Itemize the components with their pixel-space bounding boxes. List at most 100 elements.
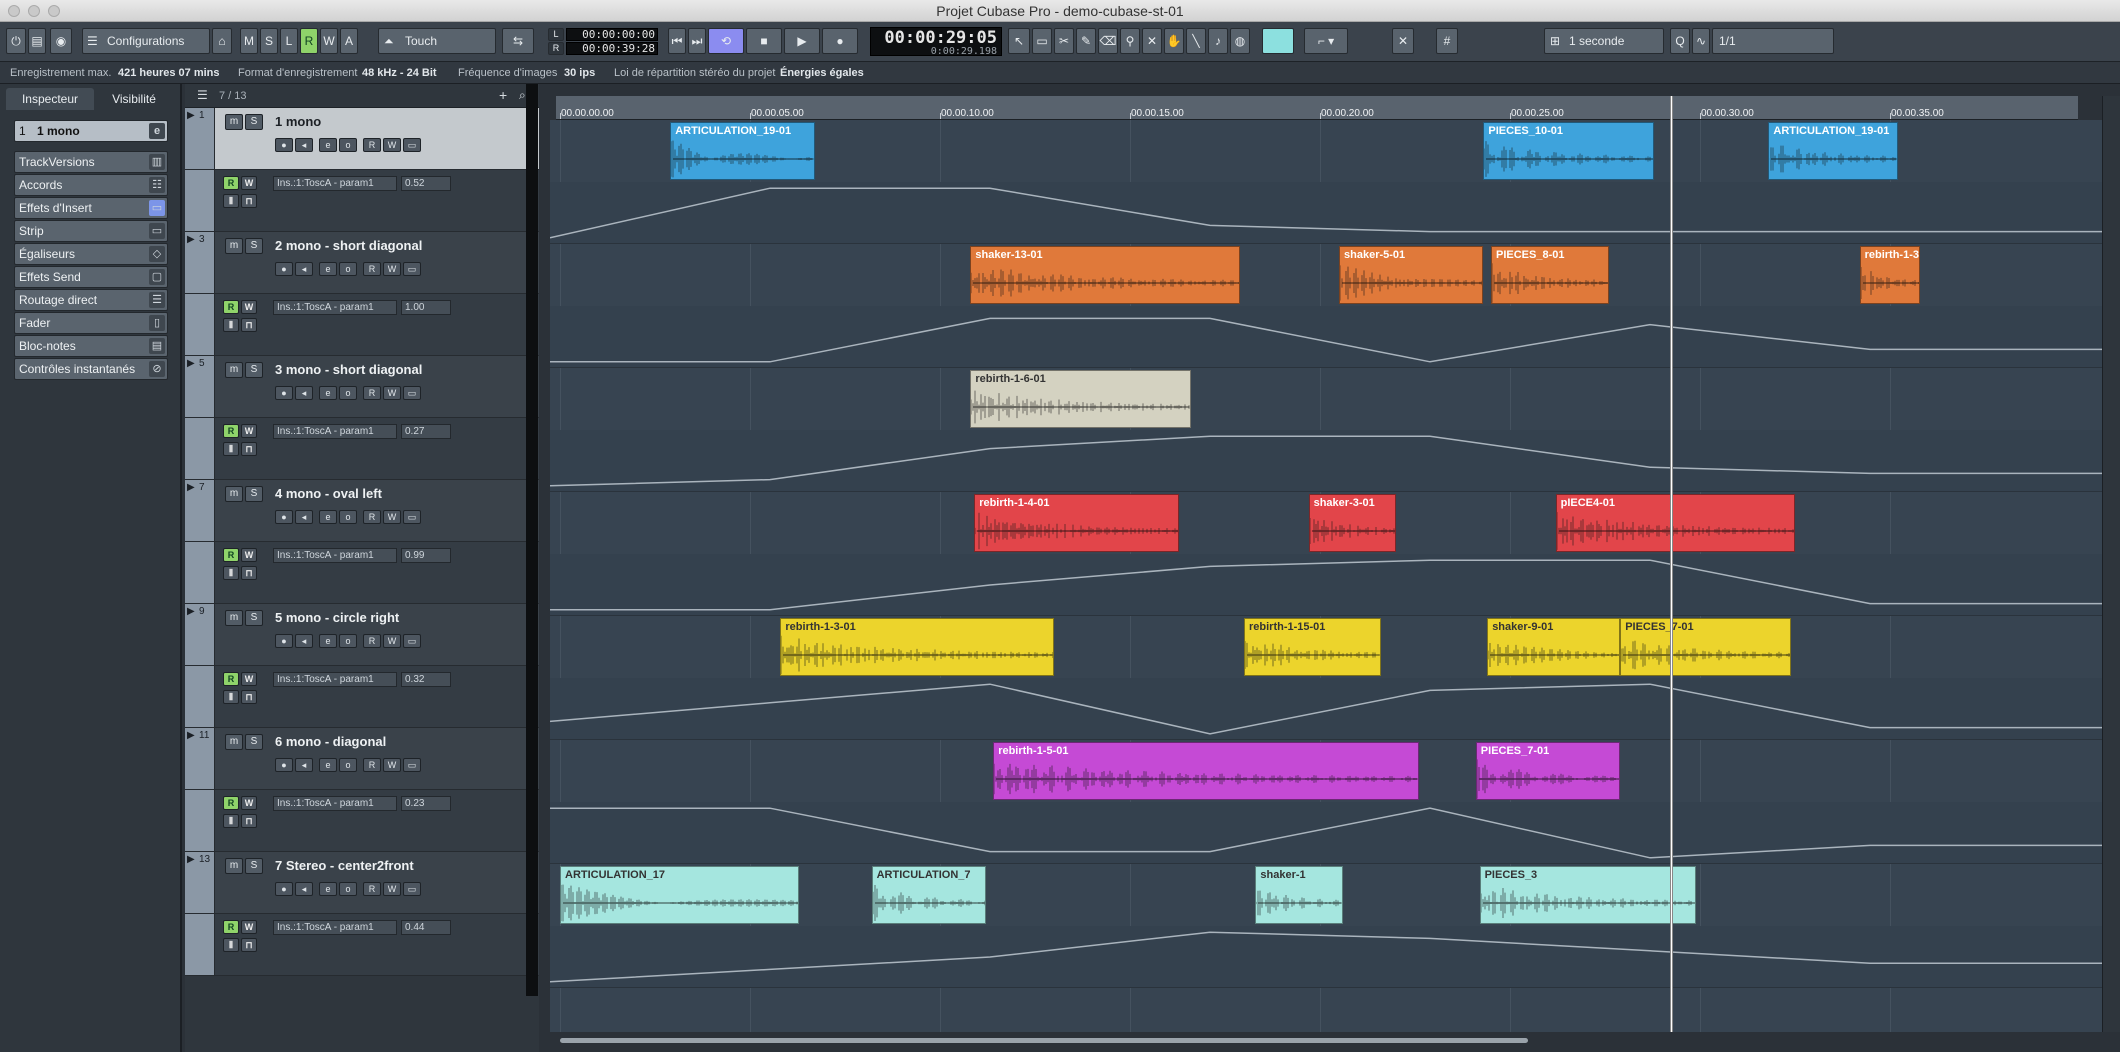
read-automation-button[interactable]: R xyxy=(363,882,381,896)
write-button[interactable]: W xyxy=(241,920,257,934)
erase-icon[interactable]: ⌫ xyxy=(1098,28,1118,54)
lock-icon[interactable]: ⊓ xyxy=(241,938,257,952)
solo-button[interactable]: S xyxy=(245,114,263,130)
automation-lane-header[interactable]: R W ⦀ ⊓ Ins.:1:ToscA - param1 0.99 xyxy=(185,542,539,604)
mute-button[interactable]: m xyxy=(225,114,243,130)
monitor-icon[interactable]: ◂ xyxy=(295,634,313,648)
track-name[interactable]: 2 mono - short diagonal xyxy=(275,238,422,253)
configurations-dropdown[interactable]: ☰ Configurations xyxy=(82,28,210,54)
edit-icon[interactable]: e xyxy=(319,882,337,896)
edit-icon[interactable]: e xyxy=(319,758,337,772)
rec-max-value[interactable]: 421 heures 07 mins xyxy=(118,67,220,79)
grid-type-dropdown[interactable]: ⊞ 1 seconde xyxy=(1544,28,1664,54)
playhead-cursor[interactable] xyxy=(1669,96,1673,1032)
inspector-section-1[interactable]: TrackVersions ▥ xyxy=(14,151,168,173)
automation-lane-header[interactable]: R W ⦀ ⊓ Ins.:1:ToscA - param1 0.52 xyxy=(185,170,539,232)
solo-button[interactable]: S xyxy=(245,610,263,626)
zoom-icon[interactable]: ⚲ xyxy=(1120,28,1140,54)
write-automation-button[interactable]: W xyxy=(383,758,401,772)
edit-icon[interactable]: e xyxy=(319,262,337,276)
write-button[interactable]: W xyxy=(241,672,257,686)
track-name[interactable]: 1 mono xyxy=(275,114,321,129)
inspector-section-2[interactable]: Accords ☷ xyxy=(14,174,168,196)
monitor-icon[interactable]: ◂ xyxy=(295,758,313,772)
solo-button[interactable]: S xyxy=(245,362,263,378)
inspector-section-4[interactable]: Strip ▭ xyxy=(14,220,168,242)
lock-icon[interactable]: ⊓ xyxy=(241,814,257,828)
go-to-start-icon[interactable]: ⏮ xyxy=(668,28,686,54)
record-enable-icon[interactable]: ● xyxy=(275,758,293,772)
quantize-wave-icon[interactable]: ∿ xyxy=(1692,28,1710,54)
expand-icon[interactable]: ▶ xyxy=(187,854,195,865)
left-locator-time[interactable]: 00:00:00:00 xyxy=(566,28,658,41)
record-enable-icon[interactable]: ● xyxy=(275,138,293,152)
automation-parameter[interactable]: Ins.:1:ToscA - param1 xyxy=(273,796,397,811)
track-header-1[interactable]: ▶ 1 m S 1 mono ● ◂ e o R W ▭ xyxy=(185,108,539,170)
automation-parameter[interactable]: Ins.:1:ToscA - param1 xyxy=(273,672,397,687)
lane-list-icon[interactable]: ⦀ xyxy=(223,566,239,580)
more-icon[interactable]: ▭ xyxy=(403,386,421,400)
record-enable-icon[interactable]: ● xyxy=(275,262,293,276)
track-name[interactable]: 6 mono - diagonal xyxy=(275,734,386,749)
write-button[interactable]: W xyxy=(241,548,257,562)
inspector-section-8[interactable]: Fader ▯ xyxy=(14,312,168,334)
expand-icon[interactable]: ▶ xyxy=(187,606,195,617)
bypass-icon[interactable]: o xyxy=(339,634,357,648)
timeline-ruler[interactable]: 00.00.00.00 00.00.05.00 00.00.10.00 00.00.1… xyxy=(556,96,2078,120)
timewarp-icon[interactable]: ✋ xyxy=(1164,28,1184,54)
inspector-section-10[interactable]: Contrôles instantanés ⊘ xyxy=(14,358,168,380)
solo-button[interactable]: S xyxy=(245,858,263,874)
automation-value[interactable]: 0.99 xyxy=(401,548,451,563)
tab-visibility[interactable]: Visibilité xyxy=(96,88,172,110)
mode-m-button[interactable]: M xyxy=(240,28,258,54)
track-header-7[interactable]: ▶ 13 m S 7 Stereo - center2front ● ◂ e o R W ▭ xyxy=(185,852,539,914)
track-name[interactable]: 4 mono - oval left xyxy=(275,486,382,501)
go-to-end-icon[interactable]: ⏭ xyxy=(688,28,706,54)
color-tool-icon[interactable]: ◍ xyxy=(1230,28,1250,54)
record-enable-icon[interactable]: ● xyxy=(275,386,293,400)
expand-icon[interactable]: ▶ xyxy=(187,482,195,493)
mute-button[interactable]: m xyxy=(225,858,243,874)
pan-law-value[interactable]: Énergies égales xyxy=(780,67,864,79)
layout-icon[interactable]: ▤ xyxy=(28,28,46,54)
lane-list-icon[interactable]: ⦀ xyxy=(223,194,239,208)
record-enable-icon[interactable]: ● xyxy=(275,510,293,524)
mute-button[interactable]: m xyxy=(225,734,243,750)
play-icon[interactable]: ▶ xyxy=(784,28,820,54)
expand-icon[interactable]: ▶ xyxy=(187,730,195,741)
quantize-icon[interactable]: Q xyxy=(1670,28,1690,54)
mode-a-button[interactable]: A xyxy=(340,28,358,54)
edit-icon[interactable]: e xyxy=(319,386,337,400)
mode-l-button[interactable]: L xyxy=(280,28,298,54)
automation-value[interactable]: 0.27 xyxy=(401,424,451,439)
lock-icon[interactable]: ⊓ xyxy=(241,690,257,704)
read-automation-button[interactable]: R xyxy=(363,138,381,152)
draw-icon[interactable]: ✎ xyxy=(1076,28,1096,54)
expand-icon[interactable]: ▶ xyxy=(187,358,195,369)
automation-lane-header[interactable]: R W ⦀ ⊓ Ins.:1:ToscA - param1 0.32 xyxy=(185,666,539,728)
mode-w-button[interactable]: W xyxy=(320,28,338,54)
monitor-icon[interactable]: ◂ xyxy=(295,386,313,400)
inspector-section-9[interactable]: Bloc-notes ▤ xyxy=(14,335,168,357)
edit-icon[interactable]: e xyxy=(319,138,337,152)
automation-parameter[interactable]: Ins.:1:ToscA - param1 xyxy=(273,920,397,935)
read-button[interactable]: R xyxy=(223,300,239,314)
write-button[interactable]: W xyxy=(241,176,257,190)
mode-r-button[interactable]: R xyxy=(300,28,318,54)
read-automation-button[interactable]: R xyxy=(363,262,381,276)
automation-parameter[interactable]: Ins.:1:ToscA - param1 xyxy=(273,176,397,191)
bypass-icon[interactable]: o xyxy=(339,262,357,276)
more-icon[interactable]: ▭ xyxy=(403,138,421,152)
lane-list-icon[interactable]: ⦀ xyxy=(223,814,239,828)
track-name[interactable]: 7 Stereo - center2front xyxy=(275,858,414,873)
lock-icon[interactable]: ⊓ xyxy=(241,318,257,332)
power-icon[interactable]: ⏻ xyxy=(6,28,26,54)
write-button[interactable]: W xyxy=(241,300,257,314)
mute-button[interactable]: m xyxy=(225,610,243,626)
track-list-menu-icon[interactable]: ☰ xyxy=(197,88,208,102)
read-automation-button[interactable]: R xyxy=(363,386,381,400)
automation-value[interactable]: 0.23 xyxy=(401,796,451,811)
automation-value[interactable]: 1.00 xyxy=(401,300,451,315)
cycle-icon[interactable]: ⟲ xyxy=(708,28,744,54)
expand-icon[interactable]: ▶ xyxy=(187,110,195,121)
